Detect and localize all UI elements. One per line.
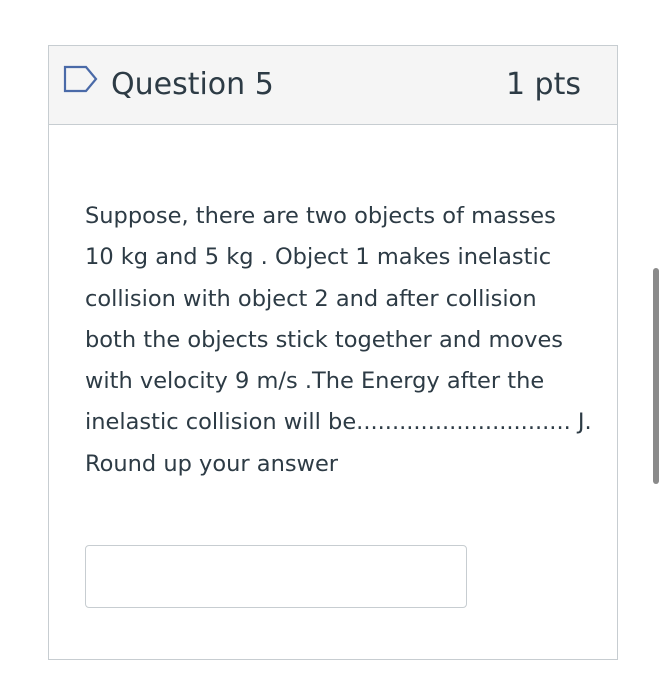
question-card: Question 5 1 pts Suppose, there are two … <box>48 45 618 660</box>
question-text-line: with velocity 9 m/s .The Energy after th… <box>85 368 545 395</box>
question-header: Question 5 1 pts <box>49 46 617 125</box>
question-points: 1 pts <box>505 67 581 102</box>
scrollbar-thumb[interactable] <box>653 268 659 484</box>
flag-question-icon[interactable] <box>63 65 99 93</box>
question-text-line: Round up your answer <box>85 450 339 477</box>
question-text-line: 10 kg and 5 kg . Object 1 makes inelasti… <box>85 244 552 271</box>
answer-input[interactable] <box>85 545 467 608</box>
question-text-line: inelastic collision will be.............… <box>85 409 592 436</box>
question-text-line: Suppose, there are two objects of masses <box>85 203 556 229</box>
question-title: Question 5 <box>111 67 274 102</box>
question-text: Suppose, there are two objects of masses… <box>85 196 592 485</box>
question-text-line: collision with object 2 and after collis… <box>85 285 537 312</box>
question-text-line: both the objects stick together and move… <box>85 326 564 353</box>
